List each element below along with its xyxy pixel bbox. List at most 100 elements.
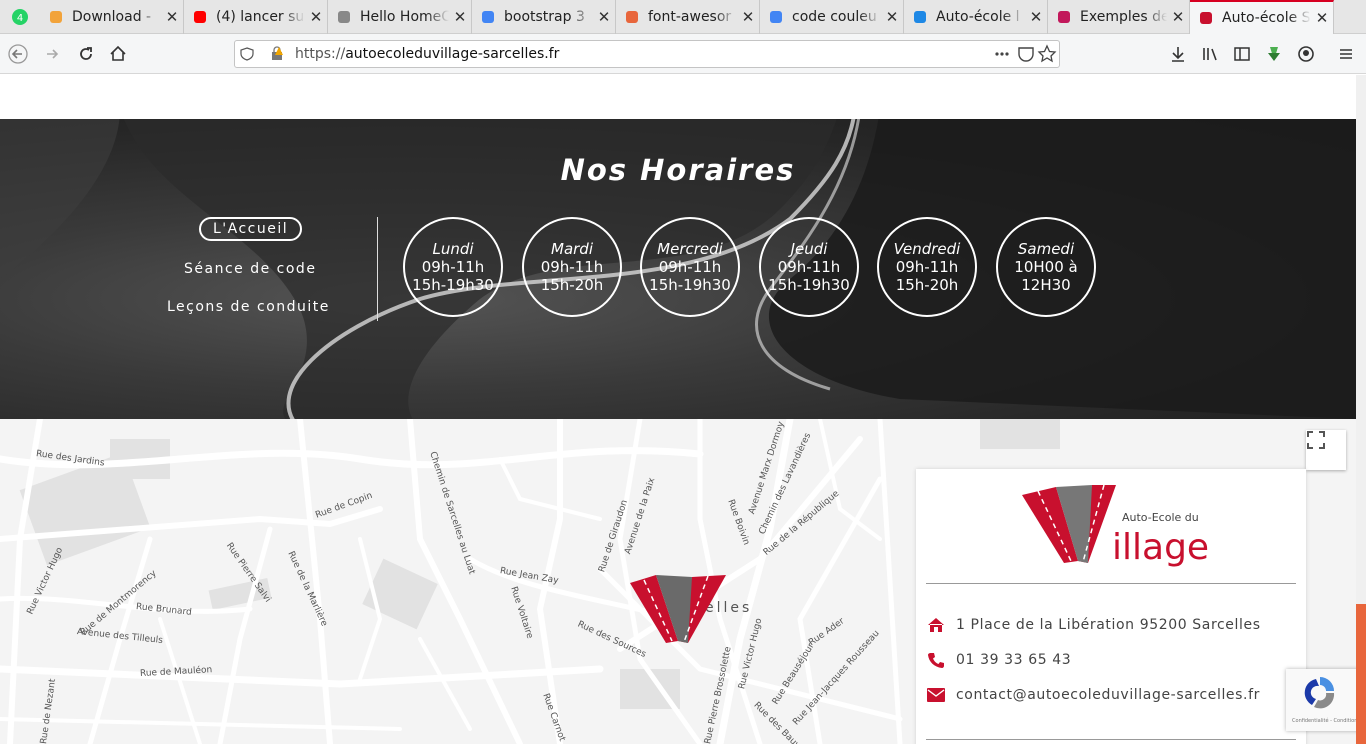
hours-section: Nos Horaires L'Accueil Séance de code Le… <box>0 119 1356 419</box>
close-tab-icon[interactable]: ✕ <box>737 8 759 26</box>
menu-divider <box>377 217 378 321</box>
close-tab-icon[interactable]: ✕ <box>593 8 615 26</box>
home-button[interactable] <box>104 40 132 68</box>
library-button[interactable] <box>1196 40 1224 68</box>
menu-item-lecons-conduite[interactable]: Leçons de conduite <box>167 299 330 315</box>
close-tab-icon[interactable]: ✕ <box>1311 9 1333 27</box>
browser-tab[interactable]: Exemples de ✕ <box>1048 0 1190 34</box>
day-hours: 10H00 à <box>1014 258 1078 276</box>
browser-tab[interactable]: (4) lancer su ✕ <box>184 0 328 34</box>
day-circle: Mercredi 09h-11h 15h-19h30 <box>640 217 740 317</box>
sidebar-button[interactable] <box>1228 40 1256 68</box>
tab-title: Download - <box>72 9 152 25</box>
shield-icon <box>240 47 254 61</box>
hours-title: Nos Horaires <box>560 153 796 187</box>
reload-button[interactable] <box>72 40 100 68</box>
url-security-icons <box>240 46 283 61</box>
forward-arrow-icon <box>47 49 59 59</box>
google-icon <box>768 9 784 25</box>
browser-tab[interactable]: Hello HomeCor✕ <box>328 0 472 34</box>
phone-text[interactable]: 01 39 33 65 43 <box>956 652 1071 668</box>
tab-title: Exemples de <box>1080 9 1167 25</box>
browser-tab[interactable]: code couleu ✕ <box>760 0 904 34</box>
day-name: Lundi <box>432 240 474 258</box>
card-divider <box>926 739 1296 740</box>
forward-button[interactable] <box>38 40 66 68</box>
day-name: Vendredi <box>893 240 961 258</box>
day-hours: 09h-11h <box>421 258 485 276</box>
envelope-icon <box>926 686 946 704</box>
gear-icon <box>912 9 928 25</box>
bookmark-star-icon <box>1037 44 1057 63</box>
url-actions <box>995 44 1057 63</box>
hamburger-icon <box>1340 49 1352 59</box>
tab-title: Auto-école l <box>936 9 1020 25</box>
code-icon <box>624 9 640 25</box>
close-tab-icon[interactable]: ✕ <box>449 8 471 26</box>
recaptcha-icon <box>1304 677 1335 709</box>
recaptcha-badge[interactable]: Confidentialité - Conditions <box>1286 669 1366 731</box>
browser-tab-bar: 4 Download -✕(4) lancer su✕Hello HomeCor… <box>0 0 1366 34</box>
blank-icon <box>336 9 352 25</box>
page-scrollbar[interactable] <box>1356 75 1366 744</box>
village-icon <box>1198 10 1214 26</box>
page-content: Nos Horaires L'Accueil Séance de code Le… <box>0 75 1366 744</box>
google-icon <box>480 9 496 25</box>
account-button[interactable] <box>1292 40 1320 68</box>
day-hours: 15h-20h <box>895 276 959 294</box>
download-icon <box>1172 47 1184 62</box>
menu-item-accueil[interactable]: L'Accueil <box>199 217 303 241</box>
email-row: contact@autoecoleduvillage-sarcelles.fr <box>926 685 1260 705</box>
home-icon <box>926 616 946 634</box>
recaptcha-label[interactable]: Confidentialité - Conditions <box>1288 718 1364 724</box>
back-button[interactable] <box>4 40 32 68</box>
day-name: Mardi <box>551 240 593 258</box>
url-text: https://autoecoleduvillage-sarcelles.fr <box>295 46 560 62</box>
day-hours: 09h-11h <box>777 258 841 276</box>
sidebar-icon <box>1234 47 1250 61</box>
day-circle: Jeudi 09h-11h 15h-19h30 <box>759 217 859 317</box>
menu-item-seance-code[interactable]: Séance de code <box>184 261 316 277</box>
browser-tab[interactable]: font-awesor ✕ <box>616 0 760 34</box>
close-tab-icon[interactable]: ✕ <box>305 8 327 26</box>
day-hours: 12H30 <box>1021 276 1071 294</box>
address-text: 1 Place de la Libération 95200 Sarcelles <box>956 617 1261 633</box>
close-tab-icon[interactable]: ✕ <box>881 8 903 26</box>
whatsapp-icon: 4 <box>12 9 28 25</box>
close-tab-icon[interactable]: ✕ <box>1167 8 1189 26</box>
url-bar[interactable]: https://autoecoleduvillage-sarcelles.fr <box>234 40 1060 68</box>
account-icon <box>1298 46 1314 62</box>
extension-button[interactable] <box>1260 40 1288 68</box>
logo-title: illage <box>1112 527 1209 568</box>
email-text[interactable]: contact@autoecoleduvillage-sarcelles.fr <box>956 687 1260 703</box>
day-hours: 09h-11h <box>658 258 722 276</box>
day-circle: Mardi 09h-11h 15h-20h <box>522 217 622 317</box>
day-hours: 15h-19h30 <box>412 276 494 294</box>
map-fullscreen-button[interactable] <box>1306 430 1346 470</box>
browser-tab[interactable]: Download - ✕ <box>40 0 184 34</box>
browser-tab[interactable]: Auto-école l ✕ <box>904 0 1048 34</box>
day-hours: 15h-19h30 <box>649 276 731 294</box>
tab-title: Hello HomeCor <box>360 9 449 25</box>
youtube-icon <box>192 9 208 25</box>
browser-tab[interactable]: bootstrap 3 ✕ <box>472 0 616 34</box>
reload-icon <box>80 47 92 60</box>
card-divider <box>926 583 1296 584</box>
download-helper-icon <box>1268 47 1280 61</box>
day-name: Samedi <box>1017 240 1075 258</box>
arrows-icon <box>1056 9 1072 25</box>
downloads-button[interactable] <box>1164 40 1192 68</box>
fullscreen-icon <box>1307 431 1325 449</box>
day-hours: 09h-11h <box>540 258 604 276</box>
whatsapp-tab[interactable]: 4 <box>0 0 40 34</box>
tab-title: Auto-école S <box>1222 10 1311 26</box>
close-tab-icon[interactable]: ✕ <box>161 8 183 26</box>
contact-card: Auto-Ecole du illage 1 Place de la Libér… <box>916 469 1306 744</box>
tab-title: code couleu <box>792 9 877 25</box>
menu-button[interactable] <box>1332 40 1360 68</box>
village-marker-icon[interactable] <box>626 571 736 651</box>
close-tab-icon[interactable]: ✕ <box>1025 8 1047 26</box>
whatsapp-badge: 4 <box>17 13 23 24</box>
scrollbar-thumb[interactable] <box>1356 604 1366 744</box>
browser-tab[interactable]: Auto-école S ✕ <box>1190 0 1334 34</box>
